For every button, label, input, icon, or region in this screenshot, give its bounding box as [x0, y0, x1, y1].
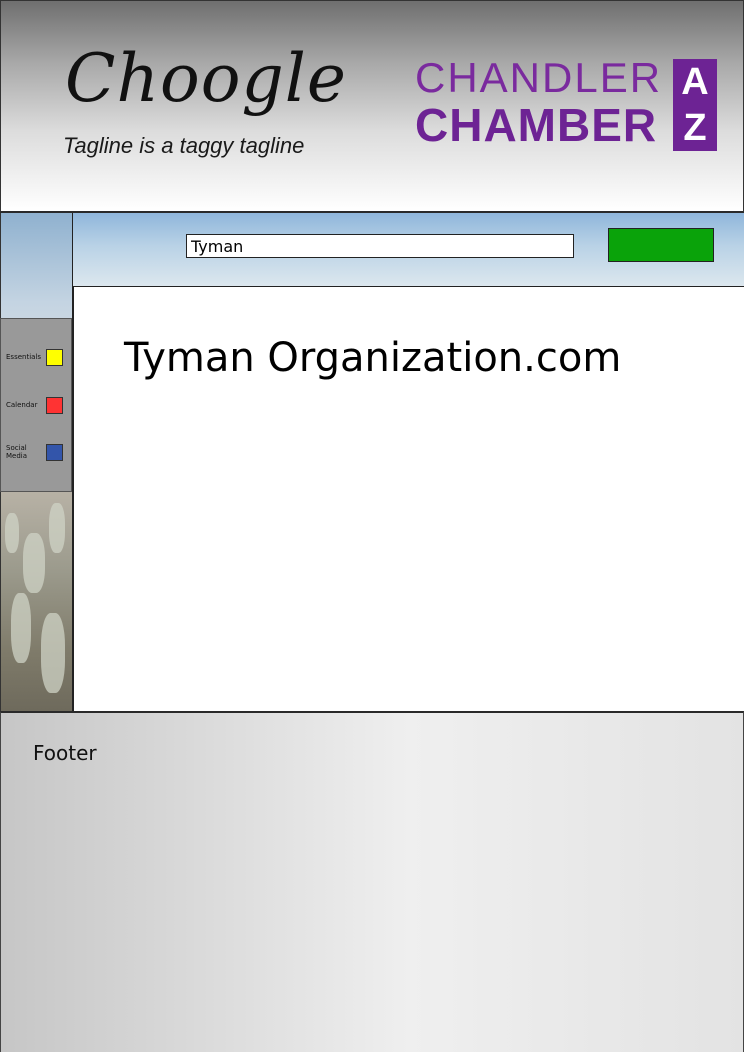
nav-item-label: Calendar	[6, 401, 38, 409]
footer-label: Footer	[33, 741, 97, 765]
site-title[interactable]: Choogle	[65, 39, 347, 119]
nav-item-social-media[interactable]: Social Media	[6, 444, 68, 466]
brand-line-2: CHAMBER	[415, 99, 658, 151]
brand-line-1: CHANDLER	[415, 54, 663, 101]
nav-item-calendar[interactable]: Calendar	[6, 397, 68, 419]
nav-item-essentials[interactable]: Essentials	[6, 349, 68, 371]
essentials-color-box[interactable]	[46, 349, 63, 366]
search-input[interactable]	[186, 234, 574, 258]
az-letter-a: A	[681, 60, 709, 103]
search-button[interactable]	[608, 228, 714, 262]
site-tagline: Tagline is a taggy tagline	[63, 133, 305, 158]
page-title: Tyman Organization.com	[124, 335, 622, 381]
social-media-color-box[interactable]	[46, 444, 63, 461]
sidebar-nav: Essentials Calendar Social Media	[0, 318, 72, 492]
nav-item-label: Social Media	[6, 444, 28, 460]
site-header: Choogle Tagline is a taggy tagline CHAND…	[0, 0, 744, 213]
site-footer: Footer	[0, 711, 744, 1052]
nav-item-label: Essentials	[6, 353, 42, 361]
main-content: Tyman Organization.com	[72, 287, 744, 711]
search-bar	[72, 213, 744, 287]
calendar-color-box[interactable]	[46, 397, 63, 414]
az-badge: A Z	[673, 59, 717, 151]
chandler-chamber-logo[interactable]: CHANDLER CHAMBER A Z	[411, 55, 721, 155]
az-letter-z: Z	[683, 106, 707, 149]
